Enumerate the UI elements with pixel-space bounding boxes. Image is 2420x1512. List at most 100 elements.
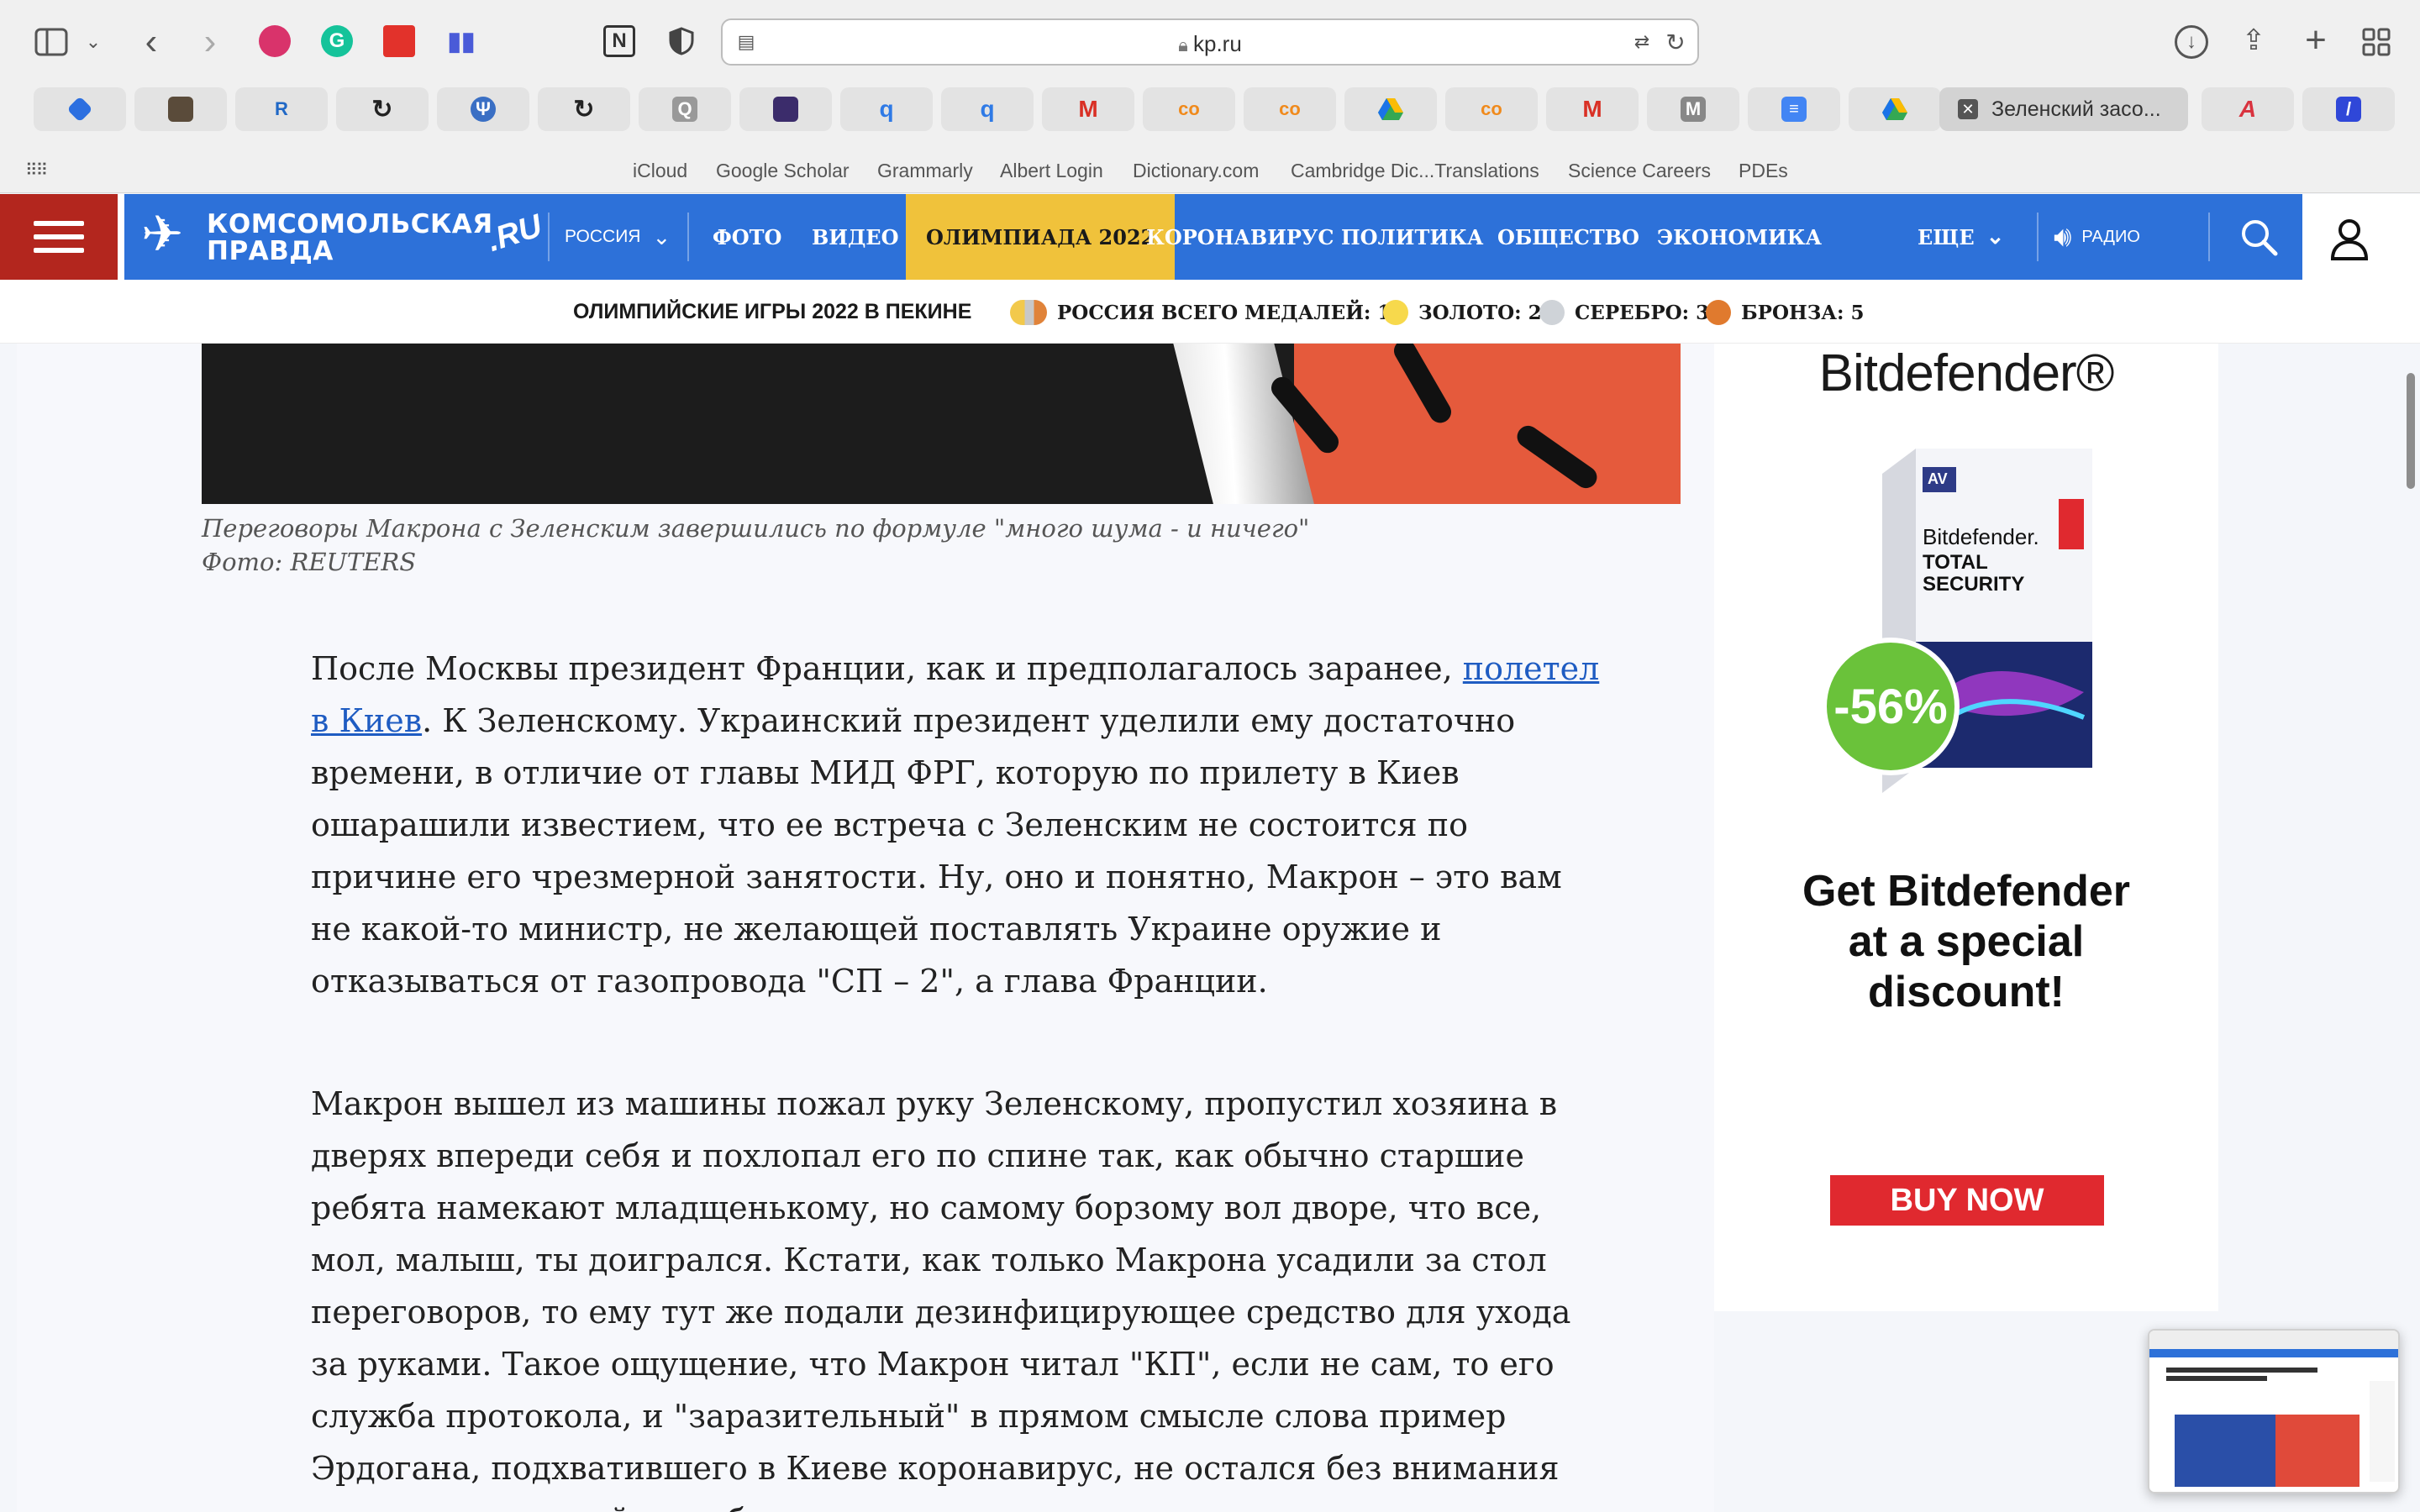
drive-icon: [1378, 97, 1403, 122]
pinned-tab[interactable]: q: [941, 87, 1034, 131]
favorite-albert-login[interactable]: Albert Login: [1000, 160, 1103, 182]
pinned-tab[interactable]: M: [1647, 87, 1739, 131]
nav-olympics[interactable]: ОЛИМПИАДА 2022: [906, 194, 1176, 280]
pinned-tab[interactable]: co: [1244, 87, 1336, 131]
favorite-icloud[interactable]: iCloud: [633, 160, 687, 182]
medal-gold: ЗОЛОТО: 2: [1383, 300, 1542, 325]
nav-more[interactable]: ЕЩЕ ⌄: [1918, 194, 2004, 280]
pinned-tab[interactable]: R: [235, 87, 328, 131]
site-header: ✈ КОМСОМОЛЬСКАЯ ПРАВДА .RU РОССИЯ ⌄ ФОТО…: [0, 194, 2420, 280]
pinned-tab[interactable]: M: [1546, 87, 1639, 131]
medals-icon: [1010, 300, 1047, 325]
nav-politics[interactable]: ПОЛИТИКА: [1341, 194, 1483, 280]
ad-headline-line: at a special: [1848, 917, 2085, 966]
pinned-tab[interactable]: M: [1042, 87, 1134, 131]
nav-coronavirus[interactable]: КОРОНАВИРУС: [1146, 194, 1334, 280]
paragraph-text: После Москвы президент Франции, как и пр…: [311, 650, 1463, 687]
caption-text: Переговоры Макрона с Зеленским завершили…: [202, 514, 1310, 543]
pinned-tab[interactable]: [34, 87, 126, 131]
site-logo[interactable]: ✈ КОМСОМОЛЬСКАЯ ПРАВДА .RU: [141, 206, 578, 268]
pinned-tab[interactable]: Ψ: [437, 87, 529, 131]
tab-overview-icon[interactable]: [2360, 25, 2393, 59]
pinned-tab[interactable]: /: [2302, 87, 2395, 131]
paragraph-text: . К Зеленскому. Украинский президент уде…: [311, 702, 1562, 1000]
share-icon[interactable]: ⇪: [2237, 22, 2270, 59]
chevron-down-icon[interactable]: ⌄: [82, 25, 104, 59]
book-icon: [168, 97, 193, 122]
radio-button[interactable]: 🔊︎ РАДИО: [2054, 194, 2140, 280]
pinned-tab[interactable]: A: [2202, 87, 2294, 131]
nav-video[interactable]: ВИДЕО: [812, 194, 899, 280]
favorite-google-scholar[interactable]: Google Scholar: [716, 160, 850, 182]
loop-icon: ↻: [371, 95, 393, 123]
back-icon[interactable]: ‹: [134, 21, 168, 62]
shield-icon[interactable]: [666, 25, 697, 57]
bird-logo-icon: ✈: [141, 206, 184, 262]
extension-icon-1[interactable]: [259, 25, 291, 57]
pinned-tab[interactable]: ≡: [1748, 87, 1840, 131]
nav-economy[interactable]: ЭКОНОМИКА: [1657, 194, 1822, 280]
screenshot-thumbnail[interactable]: [2148, 1329, 2400, 1494]
medal-total-label: РОССИЯ ВСЕГО МЕДАЛЕЙ: 10: [1057, 301, 1405, 324]
nav-society[interactable]: ОБЩЕСТВО: [1497, 194, 1639, 280]
pinned-tab[interactable]: [1849, 87, 1941, 131]
favorite-cambridge[interactable]: Cambridge Dic...Translations: [1291, 160, 1539, 182]
medal-gold-label: ЗОЛОТО: 2: [1418, 301, 1542, 324]
pinned-tab[interactable]: q: [840, 87, 933, 131]
ad-headline[interactable]: Get Bitdefender at a special discount!: [1714, 866, 2218, 1017]
user-icon[interactable]: [2326, 215, 2373, 262]
nav-photo[interactable]: ФОТО: [713, 194, 781, 280]
pinned-tab[interactable]: [1344, 87, 1437, 131]
grid-icon[interactable]: ⠿⠿: [25, 160, 48, 181]
new-tab-icon[interactable]: +: [2299, 19, 2333, 60]
pinned-tab[interactable]: co: [1445, 87, 1538, 131]
tab-active[interactable]: ✕ Зеленский засо...: [1939, 87, 2188, 131]
radio-label: РАДИО: [2081, 227, 2140, 246]
medal-bronze: БРОНЗА: 5: [1706, 300, 1865, 325]
signature-icon: A: [2238, 96, 2257, 122]
extension-icon-4[interactable]: ▮▮: [445, 25, 477, 57]
scrollbar-thumb[interactable]: [2407, 373, 2415, 489]
url-text[interactable]: 🔒︎ kp.ru: [723, 31, 1697, 57]
box-product-2: SECURITY: [1923, 573, 2025, 596]
grammarly-icon[interactable]: G: [321, 25, 353, 57]
lock-icon: 🔒︎: [1178, 34, 1193, 55]
pinned-tab[interactable]: ↻: [538, 87, 630, 131]
pinned-tab[interactable]: ↻: [336, 87, 429, 131]
favorite-dictionary[interactable]: Dictionary.com: [1133, 160, 1259, 182]
downloads-icon[interactable]: ↓: [2175, 25, 2208, 59]
reload-icon[interactable]: ↻: [1662, 29, 1689, 55]
pinned-tab[interactable]: Q: [639, 87, 731, 131]
m-gray-icon: M: [1681, 97, 1706, 122]
favorite-pdes[interactable]: PDEs: [1739, 160, 1788, 182]
search-button[interactable]: [2225, 194, 2292, 280]
pinned-tab[interactable]: [134, 87, 227, 131]
feather-icon: [773, 97, 798, 122]
main-nav: ✈ КОМСОМОЛЬСКАЯ ПРАВДА .RU РОССИЯ ⌄ ФОТО…: [124, 194, 2302, 280]
av-badge: AV: [1928, 470, 1948, 487]
mendeley-icon[interactable]: [383, 25, 415, 57]
olympics-title[interactable]: ОЛИМПИЙСКИЕ ИГРЫ 2022 В ПЕКИНЕ: [573, 300, 971, 324]
region-selector[interactable]: РОССИЯ ⌄: [565, 194, 671, 280]
bitdefender-ad[interactable]: Bitdefender® AV Bitdefender. TOTAL SECUR…: [1714, 344, 2218, 1311]
translate-icon[interactable]: ⇄: [1627, 30, 1657, 54]
psi-icon: Ψ: [471, 97, 496, 122]
favorite-science-careers[interactable]: Science Careers: [1568, 160, 1711, 182]
pinned-tab[interactable]: [739, 87, 832, 131]
speaker-icon: 🔊︎: [2054, 220, 2072, 253]
sidebar-toggle-icon[interactable]: [32, 25, 71, 59]
favorite-grammarly[interactable]: Grammarly: [877, 160, 973, 182]
ad-brand-logo[interactable]: Bitdefender®: [1714, 344, 2218, 403]
close-tab-icon[interactable]: ✕: [1958, 99, 1978, 119]
address-bar[interactable]: ▤ 🔒︎ kp.ru ⇄ ↻: [721, 18, 1699, 66]
forward-icon[interactable]: ›: [193, 21, 227, 62]
co-icon: co: [1279, 98, 1301, 119]
chevron-down-icon: ⌄: [652, 223, 671, 249]
buy-now-button[interactable]: BUY NOW: [1830, 1175, 2104, 1226]
pinned-tab[interactable]: co: [1143, 87, 1235, 131]
hamburger-menu-button[interactable]: [0, 194, 118, 280]
silver-medal-icon: [1539, 300, 1565, 325]
notion-icon[interactable]: N: [603, 25, 635, 57]
perplexity-icon: [66, 96, 93, 123]
loop-icon: ↻: [573, 95, 595, 123]
